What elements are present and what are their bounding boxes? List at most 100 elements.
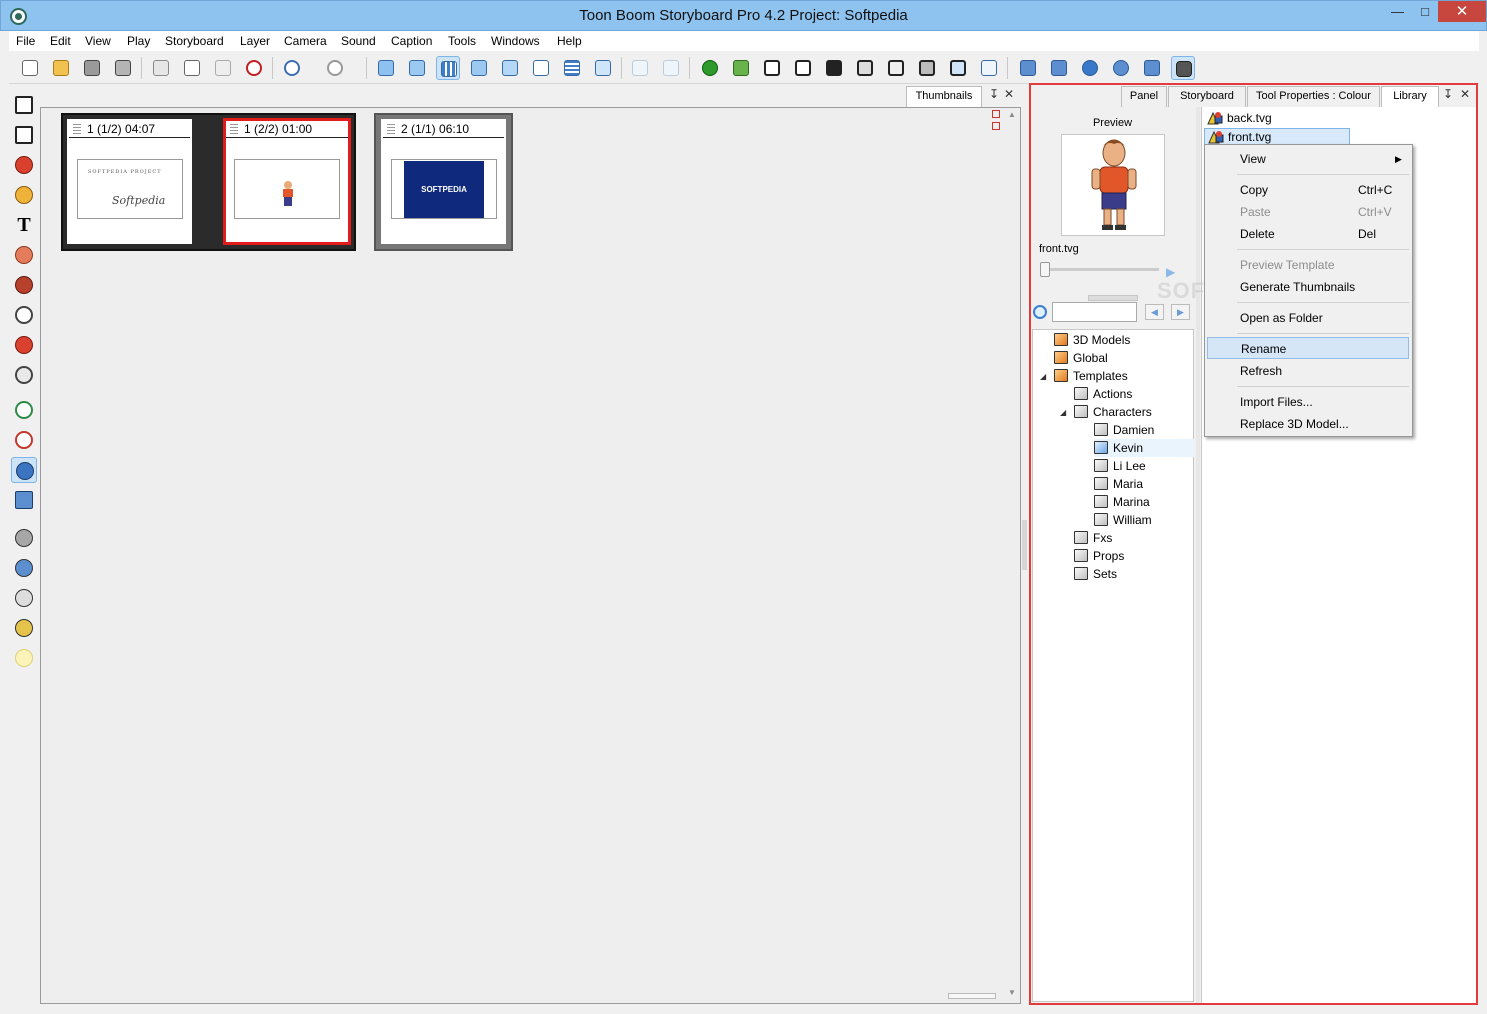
menu-item-preview-template[interactable]: Preview Template	[1207, 254, 1409, 276]
menu-item-generate-thumbnails[interactable]: Generate Thumbnails	[1207, 276, 1409, 298]
menu-sound[interactable]: Sound	[341, 34, 376, 48]
pane-resize-handle[interactable]	[1088, 295, 1138, 301]
duplicate-icon[interactable]	[822, 56, 846, 80]
play-icon[interactable]	[1078, 56, 1102, 80]
panel-thumbnail[interactable]: 1 (1/2) 04:07 SOFTPEDIA PROJECT Softpedi…	[67, 119, 192, 244]
menu-storyboard[interactable]: Storyboard	[165, 34, 224, 48]
scroll-down-icon[interactable]: ▼	[1008, 988, 1016, 997]
new-icon[interactable]	[18, 56, 42, 80]
tree-item-damien[interactable]: Damien	[1094, 421, 1154, 439]
tab-tool-properties[interactable]: Tool Properties : Colour	[1247, 86, 1380, 107]
loop-icon[interactable]	[1109, 56, 1133, 80]
smart-split-icon[interactable]	[884, 56, 908, 80]
menu-layer[interactable]: Layer	[240, 34, 270, 48]
delete-icon[interactable]	[242, 56, 266, 80]
timeline-view-icon[interactable]	[374, 56, 398, 80]
tree-item-props[interactable]: Props	[1074, 547, 1124, 565]
split-icon[interactable]	[853, 56, 877, 80]
onion-skin-icon[interactable]	[628, 56, 652, 80]
tree-item-marina[interactable]: Marina	[1094, 493, 1150, 511]
hand-icon[interactable]	[11, 362, 37, 388]
cut-panel-icon[interactable]	[977, 56, 1001, 80]
thumbnails-view-icon[interactable]	[436, 56, 460, 80]
3d-icon[interactable]	[698, 56, 722, 80]
menu-camera[interactable]: Camera	[284, 34, 327, 48]
copy-icon[interactable]	[180, 56, 204, 80]
polyline-icon[interactable]	[11, 427, 37, 453]
new-panel-icon[interactable]	[760, 56, 784, 80]
collapse-arrow-icon[interactable]: ◢	[1040, 372, 1046, 381]
row-view-icon[interactable]	[498, 56, 522, 80]
close-button[interactable]: ✕	[1438, 1, 1486, 22]
contour-editor-icon[interactable]	[11, 122, 37, 148]
vertical-scrollbar[interactable]: ▲ ▼	[1006, 108, 1020, 1002]
add-vector-layer-icon[interactable]	[11, 555, 37, 581]
menu-item-delete[interactable]: Delete Del	[1207, 223, 1409, 245]
search-icon[interactable]	[1033, 305, 1047, 319]
tree-item-fxs[interactable]: Fxs	[1074, 529, 1112, 547]
close-tab-icon[interactable]: ✕	[1004, 87, 1014, 101]
redo-icon[interactable]	[323, 56, 347, 80]
tree-item-sets[interactable]: Sets	[1074, 565, 1117, 583]
overview-icon[interactable]	[560, 56, 584, 80]
undo-icon[interactable]	[280, 56, 304, 80]
tree-item-william[interactable]: William	[1094, 511, 1152, 529]
camera-transform-icon[interactable]	[11, 487, 37, 513]
eraser-icon[interactable]	[11, 242, 37, 268]
preview-slider-handle[interactable]	[1040, 262, 1050, 277]
scroll-up-icon[interactable]: ▲	[1008, 110, 1016, 119]
menu-item-copy[interactable]: Copy Ctrl+C	[1207, 179, 1409, 201]
maximize-button[interactable]: □	[1412, 1, 1438, 22]
menu-item-paste[interactable]: Paste Ctrl+V	[1207, 201, 1409, 223]
camera-icon[interactable]	[1171, 56, 1195, 80]
add-layer-icon[interactable]	[11, 525, 37, 551]
tree-item-li-lee[interactable]: Li Lee	[1094, 457, 1146, 475]
preview-play-icon[interactable]: ▶	[1166, 265, 1175, 279]
ellipse-icon[interactable]	[11, 302, 37, 328]
eyedropper-icon[interactable]	[11, 332, 37, 358]
search-input[interactable]	[1052, 302, 1137, 322]
tree-item-kevin[interactable]: Kevin	[1094, 439, 1194, 457]
paint-bucket-icon[interactable]	[11, 272, 37, 298]
menu-item-import-files[interactable]: Import Files...	[1207, 391, 1409, 413]
sound-icon[interactable]	[1140, 56, 1164, 80]
next-result-icon[interactable]: ▶	[1171, 304, 1190, 320]
text-tool[interactable]: T	[11, 212, 37, 238]
menu-file[interactable]: File	[16, 34, 35, 48]
delete-layer-icon[interactable]	[11, 585, 37, 611]
tree-item-templates[interactable]: Templates	[1054, 367, 1128, 385]
close-tab-icon[interactable]: ✕	[1460, 87, 1470, 101]
lock-layer-icon[interactable]	[11, 615, 37, 641]
file-item-back[interactable]: back.tvg	[1204, 110, 1304, 127]
minimize-button[interactable]: —	[1384, 1, 1411, 22]
cut-icon[interactable]	[149, 56, 173, 80]
join-icon[interactable]	[915, 56, 939, 80]
dock-icon[interactable]: ↧	[989, 87, 999, 101]
tree-item-characters[interactable]: Characters	[1074, 403, 1152, 421]
zoom-slider[interactable]	[948, 993, 996, 999]
save-icon[interactable]	[80, 56, 104, 80]
file-item-front[interactable]: front.tvg	[1204, 128, 1350, 145]
grid-icon[interactable]	[729, 56, 753, 80]
layer-transform-icon[interactable]	[11, 457, 37, 483]
panel-thumbnail[interactable]: 2 (1/1) 06:10 SOFTPEDIA	[381, 119, 506, 244]
camera-view-icon[interactable]	[591, 56, 615, 80]
preview-slider[interactable]	[1043, 268, 1159, 271]
storyboard-view-icon[interactable]	[405, 56, 429, 80]
brush-icon[interactable]	[11, 152, 37, 178]
dock-splitter[interactable]	[1022, 520, 1027, 570]
tree-item-3d-models[interactable]: 3D Models	[1054, 331, 1130, 349]
tree-item-global[interactable]: Global	[1054, 349, 1108, 367]
menu-edit[interactable]: Edit	[50, 34, 71, 48]
paste-icon[interactable]	[211, 56, 235, 80]
select-icon[interactable]	[11, 92, 37, 118]
menu-item-replace-3d-model[interactable]: Replace 3D Model...	[1207, 413, 1409, 435]
menu-view[interactable]: View	[85, 34, 111, 48]
menu-caption[interactable]: Caption	[391, 34, 432, 48]
previous-result-icon[interactable]: ◀	[1145, 304, 1164, 320]
light-icon[interactable]	[11, 645, 37, 671]
menu-tools[interactable]: Tools	[448, 34, 476, 48]
pencil-icon[interactable]	[11, 182, 37, 208]
light-table-icon[interactable]	[659, 56, 683, 80]
grid-toggle-icon[interactable]	[992, 110, 1000, 118]
